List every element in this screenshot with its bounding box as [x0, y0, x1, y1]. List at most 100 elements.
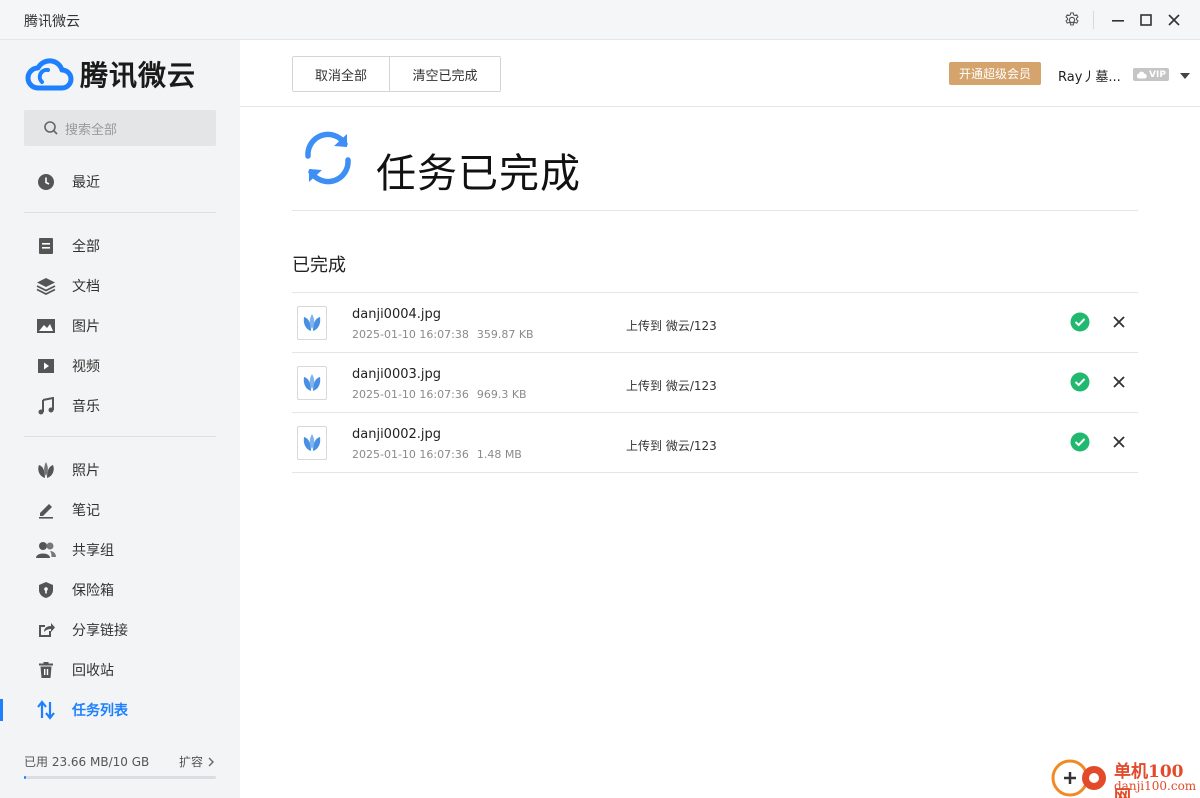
task-size: 359.87 KB — [476, 328, 534, 341]
sidebar-item-recent[interactable]: 最近 — [0, 162, 240, 202]
share-link-icon — [36, 620, 56, 640]
minimize-icon[interactable] — [1106, 8, 1130, 32]
storage-progress-fill — [24, 776, 26, 779]
account-dropdown-caret-icon[interactable] — [1180, 69, 1190, 84]
task-size: 969.3 KB — [476, 388, 527, 401]
image-icon — [36, 316, 56, 336]
sync-icon — [305, 131, 351, 185]
cloud-logo-icon — [25, 58, 74, 91]
sidebar-item-label: 全部 — [72, 239, 100, 255]
sidebar-item-photos[interactable]: 照片 — [0, 450, 240, 490]
cancel-all-button[interactable]: 取消全部 — [293, 57, 390, 91]
username[interactable]: Ray丿墓... — [1058, 66, 1121, 85]
toolbar: 取消全部 清空已完成 开通超级会员 Ray丿墓... VIP — [240, 40, 1200, 107]
task-status-header: 任务已完成 — [292, 108, 1138, 211]
remove-task-close-icon[interactable] — [1110, 433, 1128, 451]
file-thumbnail-icon — [297, 366, 327, 400]
group-icon — [36, 540, 56, 560]
success-check-icon — [1070, 312, 1090, 332]
transfer-icon — [36, 700, 56, 720]
logo: 腾讯微云 — [24, 54, 196, 94]
maximize-icon[interactable] — [1134, 8, 1158, 32]
sidebar-item-label: 视频 — [72, 359, 100, 375]
sidebar-item-all[interactable]: 全部 — [0, 226, 240, 266]
task-time: 2025-01-10 16:07:36 — [352, 388, 469, 401]
file-thumbnail-icon — [297, 426, 327, 460]
task-meta: 2025-01-10 16:07:36 969.3 KB — [352, 388, 527, 401]
close-icon[interactable] — [1162, 8, 1186, 32]
sidebar-item-label: 照片 — [72, 463, 100, 479]
settings-gear-icon[interactable] — [1060, 8, 1084, 32]
trash-icon — [36, 660, 56, 680]
expand-label: 扩容 — [178, 755, 203, 769]
task-filename: danji0002.jpg — [352, 427, 442, 442]
search-icon — [44, 121, 58, 135]
completed-task-list: danji0004.jpg 2025-01-10 16:07:38 359.87 … — [292, 292, 1138, 473]
storage-progress-bar — [24, 776, 216, 779]
task-meta: 2025-01-10 16:07:38 359.87 KB — [352, 328, 534, 341]
file-thumbnail-icon — [297, 306, 327, 340]
sidebar-item-notes[interactable]: 笔记 — [0, 490, 240, 530]
remove-task-close-icon[interactable] — [1110, 313, 1128, 331]
title-bar: 腾讯微云 — [0, 0, 1200, 40]
vip-badge-text: VIP — [1149, 69, 1166, 80]
sidebar-divider — [24, 436, 216, 437]
all-files-icon — [36, 236, 56, 256]
sidebar-item-label: 共享组 — [72, 543, 114, 559]
expand-storage-button[interactable]: 扩容 — [179, 753, 216, 770]
layers-icon — [36, 276, 56, 296]
video-icon — [36, 356, 56, 376]
success-check-icon — [1070, 372, 1090, 392]
clock-icon — [36, 172, 56, 192]
task-row[interactable]: danji0003.jpg 2025-01-10 16:07:36 969.3 K… — [292, 353, 1138, 413]
music-icon — [36, 396, 56, 416]
task-filename: danji0004.jpg — [352, 307, 442, 322]
sidebar-item-music[interactable]: 音乐 — [0, 386, 240, 426]
task-row[interactable]: danji0004.jpg 2025-01-10 16:07:38 359.87 … — [292, 293, 1138, 353]
sidebar-item-label: 音乐 — [72, 399, 100, 415]
task-destination: 上传到 微云/123 — [626, 319, 717, 333]
task-actions: 取消全部 清空已完成 — [292, 56, 501, 92]
shield-icon — [36, 580, 56, 600]
sidebar-item-groups[interactable]: 共享组 — [0, 530, 240, 570]
sidebar-item-label: 保险箱 — [72, 583, 114, 599]
watermark-text-2: danji100.com — [1114, 779, 1197, 793]
sidebar-item-safe[interactable]: 保险箱 — [0, 570, 240, 610]
sidebar-item-label: 回收站 — [72, 663, 114, 679]
cloud-badge-icon — [1136, 71, 1147, 78]
upgrade-vip-button[interactable]: 开通超级会员 — [949, 62, 1041, 85]
clear-completed-button[interactable]: 清空已完成 — [390, 57, 500, 91]
task-size: 1.48 MB — [476, 448, 522, 461]
sidebar-item-images[interactable]: 图片 — [0, 306, 240, 346]
sidebar-divider — [24, 212, 216, 213]
sidebar-item-label: 最近 — [72, 175, 100, 191]
success-check-icon — [1070, 432, 1090, 452]
sidebar-item-label: 图片 — [72, 319, 100, 335]
sidebar-item-label: 任务列表 — [72, 703, 128, 719]
title-bar-separator — [1093, 11, 1094, 29]
task-time: 2025-01-10 16:07:38 — [352, 328, 469, 341]
sidebar-item-share-links[interactable]: 分享链接 — [0, 610, 240, 650]
sidebar-item-label: 笔记 — [72, 503, 100, 519]
sidebar-item-video[interactable]: 视频 — [0, 346, 240, 386]
storage-usage: 已用 23.66 MB/10 GB 扩容 — [24, 753, 216, 779]
section-title: 已完成 — [292, 255, 346, 276]
search-placeholder: 搜索全部 — [65, 122, 118, 138]
page-title: 任务已完成 — [376, 151, 581, 197]
chevron-right-icon — [208, 757, 214, 766]
remove-task-close-icon[interactable] — [1110, 373, 1128, 391]
pencil-icon — [36, 500, 56, 520]
task-meta: 2025-01-10 16:07:36 1.48 MB — [352, 448, 522, 461]
site-watermark: 单机100网 danji100.com — [1050, 754, 1200, 798]
sidebar-item-task-list[interactable]: 任务列表 — [0, 690, 240, 730]
sidebar-item-docs[interactable]: 文档 — [0, 266, 240, 306]
sidebar-item-recycle-bin[interactable]: 回收站 — [0, 650, 240, 690]
sidebar-item-label: 分享链接 — [72, 623, 128, 639]
search-input[interactable]: 搜索全部 — [24, 110, 216, 146]
task-time: 2025-01-10 16:07:36 — [352, 448, 469, 461]
task-row[interactable]: danji0002.jpg 2025-01-10 16:07:36 1.48 MB… — [292, 413, 1138, 473]
watermark-logo-icon — [1051, 759, 1106, 797]
vip-badge: VIP — [1133, 68, 1169, 81]
photo-leaf-icon — [36, 460, 56, 480]
sidebar: 腾讯微云 搜索全部 最近 全部 文档 图片 视频 音乐 照片 笔记 共享组 保险… — [0, 40, 240, 798]
